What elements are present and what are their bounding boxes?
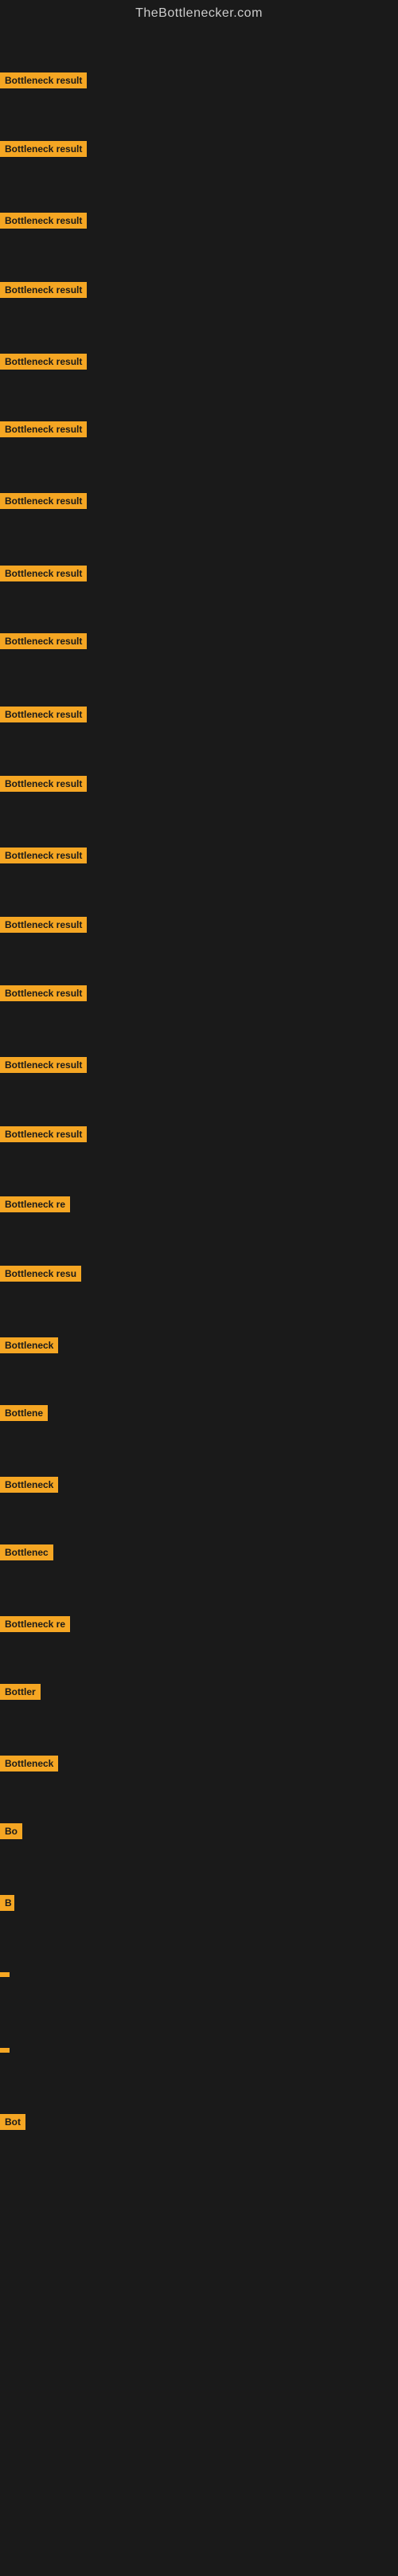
bottleneck-result-label: Bottleneck result — [0, 282, 87, 298]
bottleneck-result-item: Bottlene — [0, 1405, 48, 1425]
bottleneck-result-item: Bottleneck result — [0, 1126, 87, 1146]
bottleneck-result-label: Bottleneck result — [0, 72, 87, 88]
site-title: TheBottlenecker.com — [0, 0, 398, 27]
bottleneck-result-item: Bottleneck result — [0, 848, 87, 867]
bottleneck-result-item: Bottleneck result — [0, 421, 87, 441]
bottleneck-result-label: Bottleneck result — [0, 1057, 87, 1073]
bottleneck-result-item: Bot — [0, 2114, 25, 2134]
bottleneck-result-label: Bottleneck result — [0, 848, 87, 863]
bottleneck-result-item: Bottler — [0, 1684, 41, 1704]
bottleneck-result-item: Bo — [0, 1823, 22, 1843]
bottleneck-result-label: Bottleneck result — [0, 917, 87, 933]
bottleneck-result-label: Bottleneck result — [0, 141, 87, 157]
bottleneck-result-item: Bottleneck result — [0, 493, 87, 513]
bottleneck-result-item: Bottleneck result — [0, 776, 87, 796]
bottleneck-result-item: Bottleneck — [0, 1756, 58, 1775]
bottleneck-result-item: Bottlenec — [0, 1544, 53, 1564]
bottleneck-result-item — [0, 1967, 10, 1981]
bottleneck-result-item: Bottleneck result — [0, 282, 87, 302]
bottleneck-result-item: Bottleneck result — [0, 917, 87, 937]
bottleneck-result-label — [0, 1972, 10, 1977]
bottleneck-result-label: Bottleneck result — [0, 985, 87, 1001]
bottleneck-result-label: Bottleneck — [0, 1756, 58, 1771]
bottleneck-result-label: Bottleneck result — [0, 493, 87, 509]
bottleneck-result-item: Bottleneck result — [0, 72, 87, 92]
bottleneck-result-label: Bot — [0, 2114, 25, 2130]
bottleneck-result-label: Bottleneck result — [0, 1126, 87, 1142]
bottleneck-result-label: B — [0, 1895, 14, 1911]
bottleneck-result-item: Bottleneck result — [0, 354, 87, 374]
bottleneck-result-item: Bottleneck result — [0, 1057, 87, 1077]
bottleneck-result-label: Bottleneck re — [0, 1196, 70, 1212]
bottleneck-result-item: Bottleneck result — [0, 633, 87, 653]
bottleneck-result-item: Bottleneck result — [0, 141, 87, 161]
bottleneck-result-item: Bottleneck result — [0, 566, 87, 585]
bottleneck-result-label: Bottleneck re — [0, 1616, 70, 1632]
bottleneck-result-label: Bottleneck resu — [0, 1266, 81, 1282]
bottleneck-result-item: Bottleneck result — [0, 213, 87, 233]
bottleneck-result-label: Bottleneck result — [0, 354, 87, 370]
bottleneck-result-label: Bottleneck — [0, 1477, 58, 1493]
bottleneck-result-label: Bottlene — [0, 1405, 48, 1421]
bottleneck-result-item: Bottleneck result — [0, 985, 87, 1005]
bottleneck-result-label: Bottleneck result — [0, 633, 87, 649]
bottleneck-result-label: Bottleneck result — [0, 566, 87, 581]
bottleneck-result-label: Bottleneck result — [0, 707, 87, 722]
bottleneck-result-item: B — [0, 1895, 14, 1915]
bottleneck-result-item: Bottleneck re — [0, 1616, 70, 1636]
bottleneck-result-label: Bottleneck — [0, 1337, 58, 1353]
bottleneck-result-label: Bottleneck result — [0, 776, 87, 792]
bottleneck-result-label — [0, 2048, 10, 2053]
bottleneck-result-label: Bo — [0, 1823, 22, 1839]
bottleneck-result-label: Bottlenec — [0, 1544, 53, 1560]
bottleneck-result-label: Bottler — [0, 1684, 41, 1700]
bottleneck-result-label: Bottleneck result — [0, 421, 87, 437]
bottleneck-result-item: Bottleneck re — [0, 1196, 70, 1216]
bottleneck-result-item: Bottleneck — [0, 1337, 58, 1357]
bottleneck-result-item: Bottleneck — [0, 1477, 58, 1497]
bottleneck-result-item — [0, 2042, 10, 2057]
bottleneck-result-label: Bottleneck result — [0, 213, 87, 229]
bottleneck-result-item: Bottleneck result — [0, 707, 87, 726]
bottleneck-result-item: Bottleneck resu — [0, 1266, 81, 1286]
